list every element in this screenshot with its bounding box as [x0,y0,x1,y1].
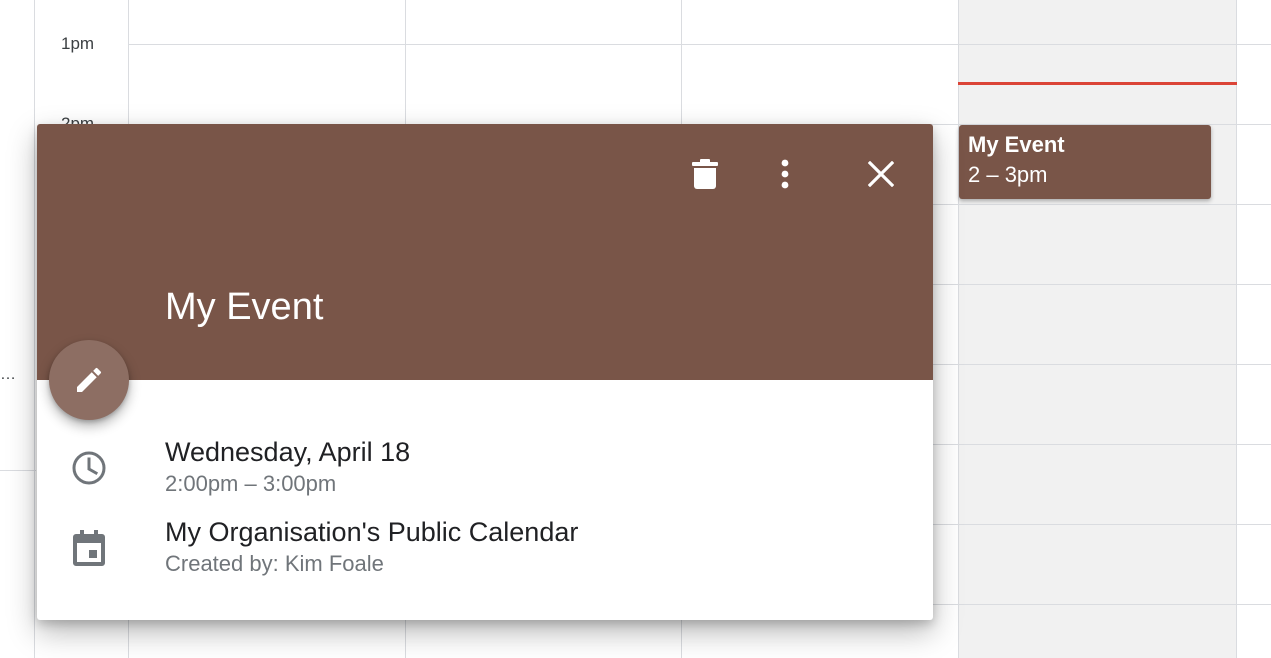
calendar-icon [69,528,109,568]
popup-header: My Event [37,124,933,380]
event-details-popup: My Event Wednesday, April 18 2:00pm – 3:… [37,124,933,620]
event-time-range: 2:00pm – 3:00pm [165,471,337,496]
delete-button[interactable] [681,150,729,198]
event-title: My Event [165,286,324,328]
clock-icon [69,448,109,488]
day-column-line [1236,0,1237,658]
event-date: Wednesday, April 18 [165,437,411,467]
side-panel-border [34,0,35,658]
trash-icon [692,159,718,189]
current-time-indicator [958,82,1237,85]
created-by: Created by: Kim Foale [165,551,384,576]
event-chip-title: My Event [968,132,1065,157]
hour-line [128,44,1271,45]
close-icon [868,161,894,187]
more-options-button[interactable] [761,150,809,198]
overflow-ellipsis: … [0,366,17,383]
calendar-name: My Organisation's Public Calendar [165,517,579,547]
event-chip-time: 2 – 3pm [968,162,1048,187]
edit-button[interactable] [49,340,129,420]
event-chip[interactable]: My Event 2 – 3pm [959,125,1211,199]
day-column-line [958,0,959,658]
time-label-1pm: 1pm [61,34,95,53]
more-vert-icon [781,159,789,189]
today-column[interactable] [958,0,1236,658]
side-panel-divider [0,470,36,471]
pencil-icon [77,367,102,392]
close-button[interactable] [857,150,905,198]
